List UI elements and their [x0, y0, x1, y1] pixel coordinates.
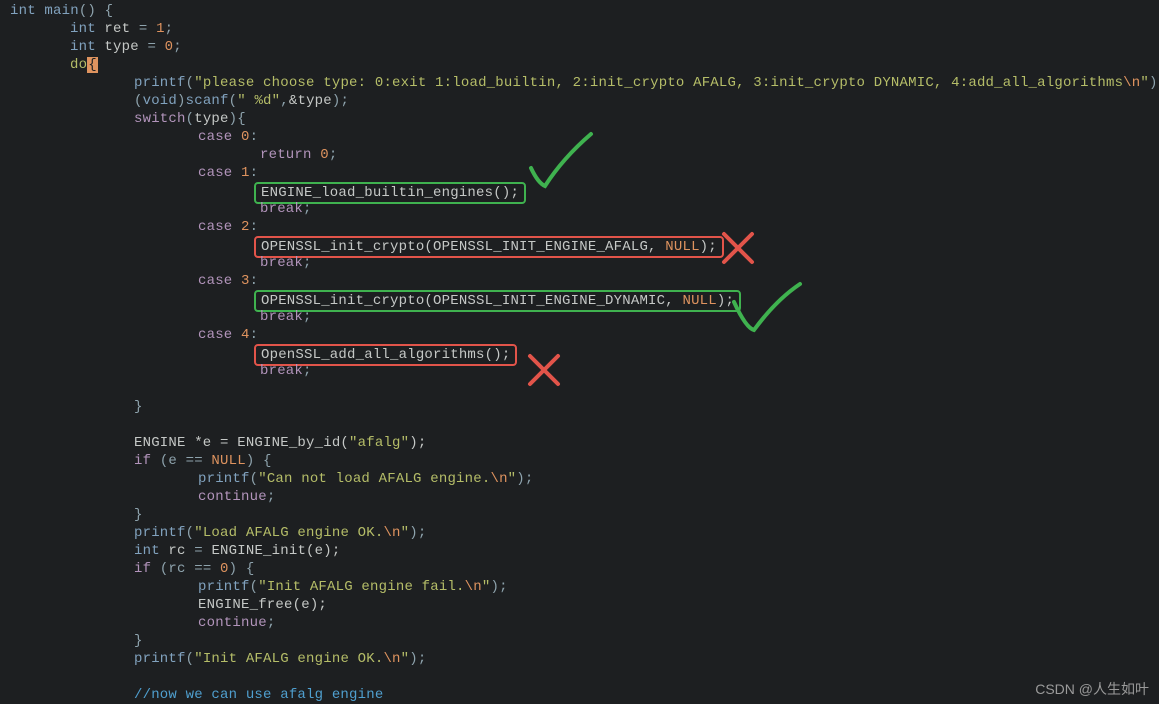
code-line: if (e == NULL) { [10, 452, 1159, 470]
code-line: ENGINE_load_builtin_engines(); [10, 182, 1159, 200]
code-line: } [10, 632, 1159, 650]
code-line: return 0; [10, 146, 1159, 164]
code-line: (void)scanf(" %d",&type); [10, 92, 1159, 110]
code-line: ENGINE_free(e); [10, 596, 1159, 614]
code-line: printf("Init AFALG engine OK.\n"); [10, 650, 1159, 668]
code-line: continue; [10, 488, 1159, 506]
code-line: int rc = ENGINE_init(e); [10, 542, 1159, 560]
watermark: CSDN @人生如叶 [1035, 680, 1149, 698]
code-line: OPENSSL_init_crypto(OPENSSL_INIT_ENGINE_… [10, 236, 1159, 254]
code-line: printf("Load AFALG engine OK.\n"); [10, 524, 1159, 542]
code-line: int main() { [10, 2, 1159, 20]
code-line: printf("please choose type: 0:exit 1:loa… [10, 74, 1159, 92]
code-line: case 3: [10, 272, 1159, 290]
code-line: int ret = 1; [10, 20, 1159, 38]
code-line: case 2: [10, 218, 1159, 236]
code-line: continue; [10, 614, 1159, 632]
cursor-brace: { [87, 57, 98, 73]
code-line: int type = 0; [10, 38, 1159, 56]
code-line: case 1: [10, 164, 1159, 182]
code-editor[interactable]: int main() { int ret = 1; int type = 0; … [0, 0, 1159, 704]
blank-line [10, 668, 1159, 686]
code-line: OPENSSL_init_crypto(OPENSSL_INIT_ENGINE_… [10, 290, 1159, 308]
code-line: //now we can use afalg engine [10, 686, 1159, 704]
code-line: case 0: [10, 128, 1159, 146]
code-line: OpenSSL_add_all_algorithms(); [10, 344, 1159, 362]
code-line: printf("Init AFALG engine fail.\n"); [10, 578, 1159, 596]
blank-line [10, 416, 1159, 434]
blank-line [10, 380, 1159, 398]
highlight-box-green: OPENSSL_init_crypto(OPENSSL_INIT_ENGINE_… [254, 290, 741, 312]
code-line: } [10, 398, 1159, 416]
code-line: ENGINE *e = ENGINE_by_id("afalg"); [10, 434, 1159, 452]
code-line: printf("Can not load AFALG engine.\n"); [10, 470, 1159, 488]
code-line: if (rc == 0) { [10, 560, 1159, 578]
code-line: break; [10, 362, 1159, 380]
code-line: } [10, 506, 1159, 524]
code-line: do{ [10, 56, 1159, 74]
highlight-box-red: OPENSSL_init_crypto(OPENSSL_INIT_ENGINE_… [254, 236, 724, 258]
code-line: case 4: [10, 326, 1159, 344]
code-line: switch(type){ [10, 110, 1159, 128]
code-line: break; [10, 200, 1159, 218]
